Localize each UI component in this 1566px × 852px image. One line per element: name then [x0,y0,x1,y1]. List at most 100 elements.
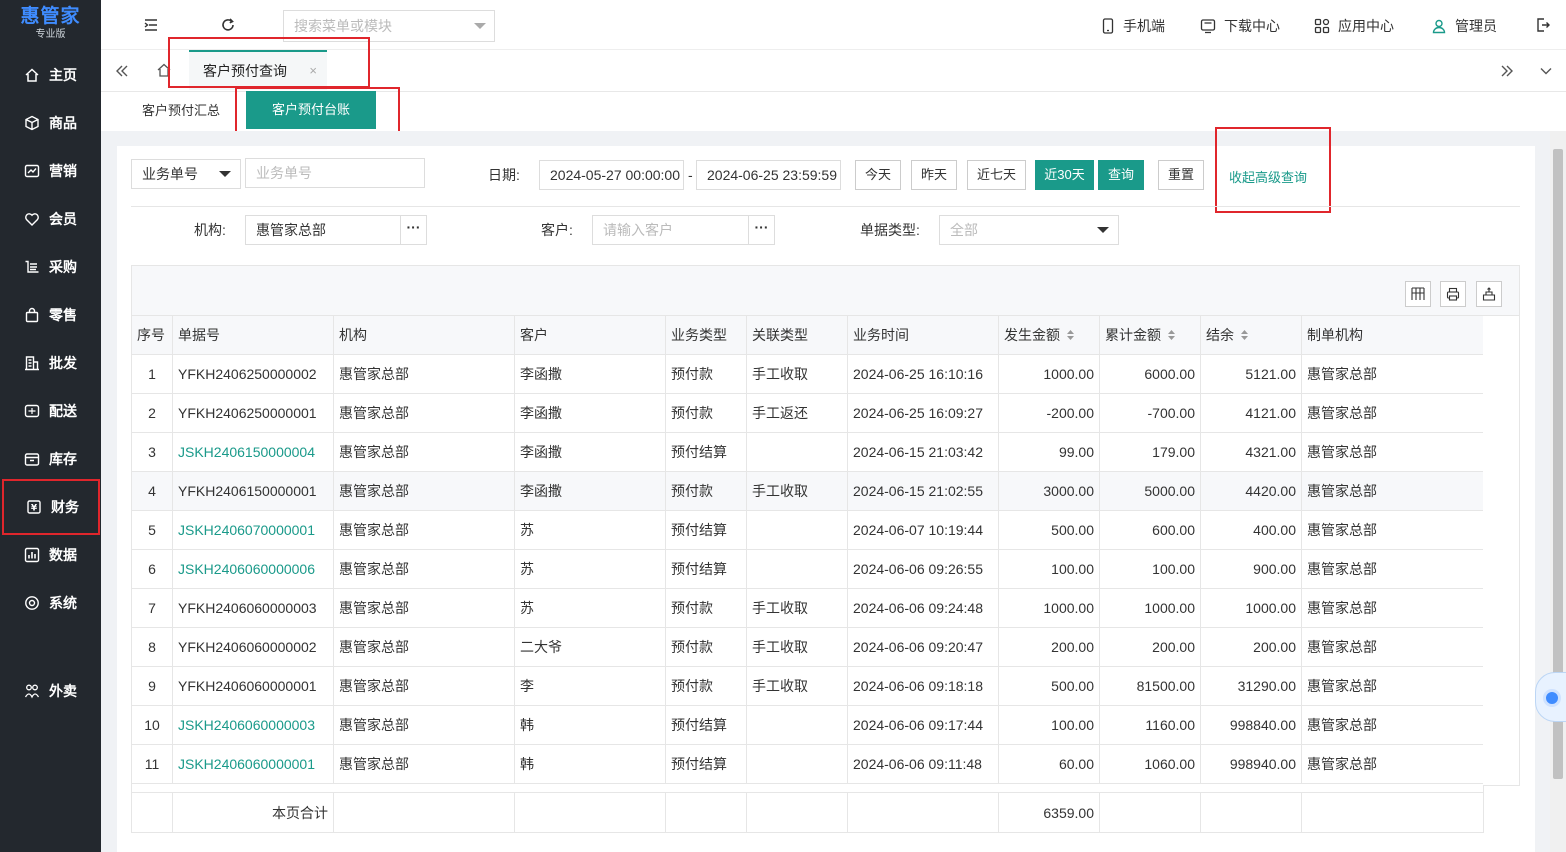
row-number: 11 [131,744,173,784]
doc-type-select[interactable]: 业务单号 [131,159,241,189]
date-end-input[interactable]: 2024-06-25 23:59:59 [696,160,841,190]
table-row[interactable]: 3 JSKH2406150000004 惠管家总部 李函撒 预付结算 2024-06-15… [131,432,1484,472]
collapse-advanced-link[interactable]: 收起高级查询 [1229,167,1307,186]
columns-icon[interactable] [1405,281,1431,307]
table-row[interactable]: 1 YFKH2406250000002 惠管家总部 李函撒 预付款 手工收取 2024-06… [131,354,1484,394]
doc-number[interactable]: JSKH2406060000001 [172,744,334,784]
amount-cell: 100.00 [998,549,1100,589]
tab-customer-prepay-query[interactable]: 客户预付查询 × [189,50,327,90]
chevron-down-icon[interactable] [1537,62,1555,80]
amount-cell: 1000.00 [998,588,1100,628]
sidebar-item-inventory[interactable]: 库存 [0,435,101,483]
svg-text:¥: ¥ [31,504,38,514]
print-icon[interactable] [1440,281,1466,307]
subtab-summary[interactable]: 客户预付汇总 [138,92,224,130]
home-tab-icon[interactable] [155,61,173,79]
date-label: 日期: [488,167,520,183]
customer-cell: 韩 [514,744,666,784]
doc-number[interactable]: JSKH2406150000004 [172,432,334,472]
table-row[interactable]: 4 YFKH2406150000001 惠管家总部 李函撒 预付款 手工收取 2024-06… [131,471,1484,511]
last7-button[interactable]: 近七天 [967,160,1026,190]
scrollbar[interactable] [1550,131,1566,852]
menu-search-input[interactable]: 搜索菜单或模块 [283,10,495,42]
doc-number[interactable]: JSKH2406060000006 [172,549,334,589]
column-header-sortable[interactable]: 结余 [1200,315,1302,355]
column-header-sortable[interactable]: 发生金额 [998,315,1100,355]
table-header-row: 序号 单据号 机构 客户 业务类型 关联类型 业务时间 发生金额 累计金额 结余… [131,315,1484,355]
table-row[interactable]: 6 JSKH2406060000006 惠管家总部苏预付结算 2024-06-06 0… [131,549,1484,589]
table-row[interactable]: 10 JSKH2406060000003 惠管家总部韩预付结算 2024-06-06 … [131,705,1484,745]
balance-cell: 31290.00 [1200,666,1302,706]
sort-icon[interactable] [1066,328,1075,344]
table-row[interactable]: 7 YFKH2406060000003 惠管家总部苏预付款 手工收取 2024-06-0… [131,588,1484,628]
biz-time-cell: 2024-06-06 09:26:55 [847,549,999,589]
sidebar-item-data[interactable]: 数据 [0,531,101,579]
today-button[interactable]: 今天 [855,160,901,190]
amount-cell: 500.00 [998,666,1100,706]
doc-number[interactable]: JSKH2406070000001 [172,510,334,550]
maker-org-cell: 惠管家总部 [1301,705,1484,745]
doc-number: YFKH2406250000002 [172,354,334,394]
double-chevron-right-icon[interactable] [1498,62,1516,80]
sidebar-item-label: 营销 [49,163,77,179]
logout-icon[interactable] [1534,16,1552,34]
sidebar-item-finance[interactable]: ¥ 财务 [2,479,100,535]
sidebar-item-marketing[interactable]: 营销 [0,147,101,195]
assistant-float-button[interactable] [1535,672,1566,722]
query-button[interactable]: 查询 [1098,160,1144,190]
mobile-link[interactable]: 手机端 [1101,16,1165,36]
sidebar-item-goods[interactable]: 商品 [0,99,101,147]
sidebar-item-purchase[interactable]: 采购 [0,243,101,291]
table-row[interactable]: 9 YFKH2406060000001 惠管家总部李预付款 手工收取 2024-06-0… [131,666,1484,706]
more-icon[interactable]: ··· [748,216,774,244]
export-icon[interactable] [1476,281,1502,307]
sidebar-item-wholesale[interactable]: 批发 [0,339,101,387]
close-icon[interactable]: × [309,52,317,90]
relation-type-cell: 手工收取 [746,627,848,667]
total-cell: 100.00 [1099,549,1201,589]
subtab-ledger[interactable]: 客户预付台账 [246,91,376,129]
sidebar-item-member[interactable]: 会员 [0,195,101,243]
cube-icon [23,114,41,132]
refresh-icon[interactable] [219,16,237,34]
cell [665,792,747,833]
sidebar-item-home[interactable]: 主页 [0,51,101,99]
tab-bar: 客户预付查询 × [101,50,1566,92]
sidebar-item-delivery[interactable]: 配送 [0,387,101,435]
double-chevron-left-icon[interactable] [113,62,131,80]
total-cell: 81500.00 [1099,666,1201,706]
total-cell: 1000.00 [1099,588,1201,628]
biz-type-cell: 预付款 [665,588,747,628]
relation-type-cell [746,510,848,550]
doc-no-input[interactable]: 业务单号 [245,158,425,188]
total-cell: 1160.00 [1099,705,1201,745]
sort-icon[interactable] [1240,328,1249,344]
balance-cell: 1000.00 [1200,588,1302,628]
table-row[interactable]: 11 JSKH2406060000001 惠管家总部韩预付结算 2024-06-06 … [131,744,1484,784]
biz-type-cell: 预付款 [665,354,747,394]
customer-input[interactable]: 请输入客户 ··· [592,215,775,245]
user-menu[interactable]: 管理员 [1431,16,1497,36]
reset-button[interactable]: 重置 [1158,160,1204,190]
sidebar-item-system[interactable]: 系统 [0,579,101,627]
bill-type-select[interactable]: 全部 [939,215,1119,245]
download-center-link[interactable]: 下载中心 [1200,16,1280,36]
cell [1099,792,1201,833]
column-header-sortable[interactable]: 累计金额 [1099,315,1201,355]
doc-number[interactable]: JSKH2406060000003 [172,705,334,745]
more-icon[interactable]: ··· [400,216,426,244]
date-start-input[interactable]: 2024-05-27 00:00:00 [539,160,684,190]
table-row[interactable]: 2 YFKH2406250000001 惠管家总部 李函撒 预付款 手工返还 2024-06… [131,393,1484,433]
biz-time-cell: 2024-06-06 09:11:48 [847,744,999,784]
menu-toggle-icon[interactable] [142,16,160,34]
sort-icon[interactable] [1167,328,1176,344]
sidebar-item-retail[interactable]: 零售 [0,291,101,339]
yesterday-button[interactable]: 昨天 [911,160,957,190]
org-input[interactable]: 惠管家总部 ··· [245,215,427,245]
app-center-link[interactable]: 应用中心 [1314,16,1394,36]
last30-button[interactable]: 近30天 [1035,160,1094,190]
table-row[interactable]: 5 JSKH2406070000001 惠管家总部苏预付结算 2024-06-07 1… [131,510,1484,550]
logo[interactable]: 惠管家 专业版 [0,0,101,50]
sidebar-item-takeout[interactable]: 外卖 [0,667,101,715]
table-row[interactable]: 8 YFKH2406060000002 惠管家总部 二大爷 预付款 手工收取 2024-06… [131,627,1484,667]
